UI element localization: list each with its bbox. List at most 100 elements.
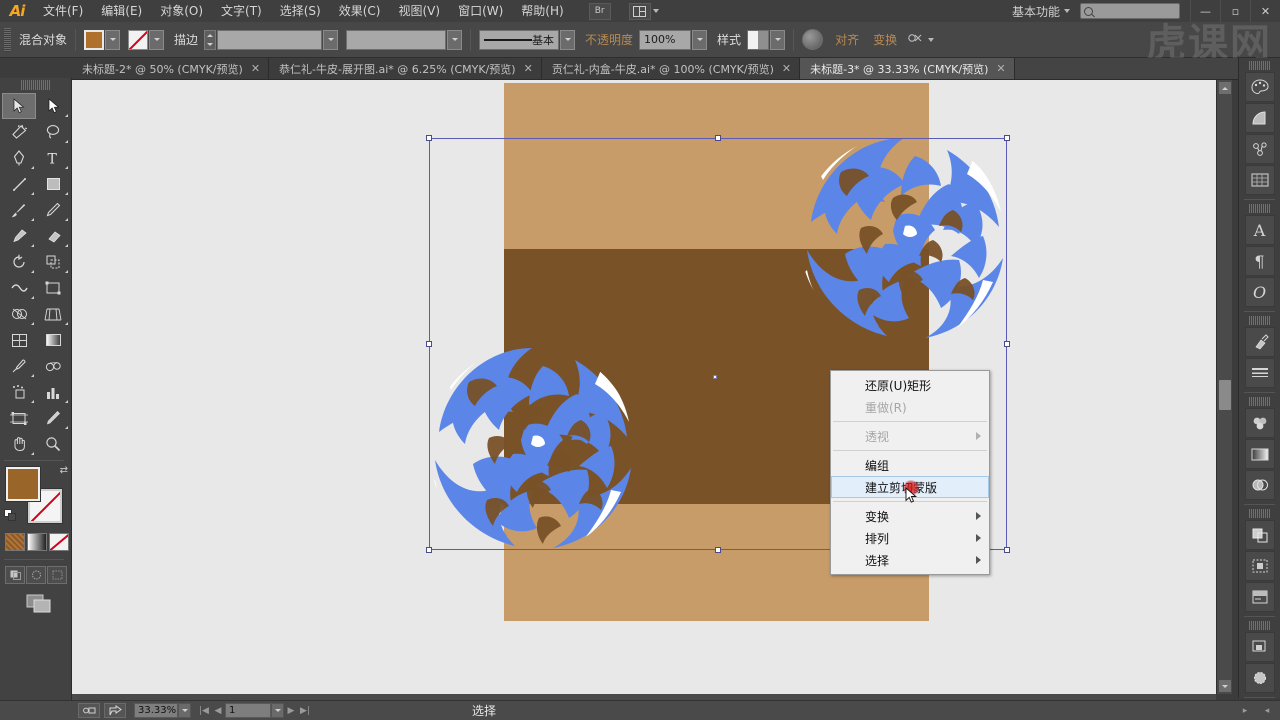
width-tool[interactable] xyxy=(2,275,36,301)
paragraph-panel-icon[interactable]: ¶ xyxy=(1244,246,1275,276)
transform-button[interactable]: 变换 xyxy=(873,31,897,48)
shape-builder-tool[interactable] xyxy=(2,301,36,327)
minimize-button[interactable]: — xyxy=(1190,0,1220,22)
eyedropper-tool[interactable] xyxy=(2,353,36,379)
dock-group-gripper-align[interactable] xyxy=(1248,509,1271,518)
document-tab-1[interactable]: 未标题-2* @ 50% (CMYK/预览) ✕ xyxy=(72,58,270,79)
zoom-tool[interactable] xyxy=(36,431,70,457)
first-artboard-button[interactable]: |◀ xyxy=(197,703,211,718)
dock-group-gripper-appearance[interactable] xyxy=(1248,621,1271,630)
document-tab-3[interactable]: 贡仁礼-内盒-牛皮.ai* @ 100% (CMYK/预览) ✕ xyxy=(541,58,801,79)
opacity-chevron-down-icon[interactable] xyxy=(692,29,708,50)
eraser-tool[interactable] xyxy=(36,223,70,249)
stroke-weight-stepper[interactable] xyxy=(204,29,217,50)
stroke-profile-chevron-down-icon[interactable] xyxy=(447,29,463,50)
selection-handle-tr[interactable] xyxy=(1004,135,1010,141)
dock-group-gripper-text[interactable] xyxy=(1248,204,1271,213)
bridge-icon[interactable]: Br xyxy=(588,2,611,20)
dock-gripper[interactable] xyxy=(1248,61,1271,70)
graphic-style-swatch[interactable] xyxy=(747,29,770,50)
slice-tool[interactable] xyxy=(36,405,70,431)
align-button[interactable]: 对齐 xyxy=(835,31,859,48)
workspace-chevron-down-icon[interactable] xyxy=(1064,9,1070,13)
opacity-label[interactable]: 不透明度 xyxy=(585,31,633,48)
menu-type[interactable]: 文字(T) xyxy=(212,0,271,22)
canvas-vertical-scrollbar[interactable] xyxy=(1216,80,1232,694)
transparency-panel-icon[interactable] xyxy=(1244,470,1275,500)
dock-group-gripper-brush[interactable] xyxy=(1248,316,1271,325)
status-expand-icon[interactable]: ▸ xyxy=(1238,703,1252,718)
menu-view[interactable]: 视图(V) xyxy=(389,0,449,22)
context-menu-item-select[interactable]: 选择 xyxy=(831,549,989,571)
tab-close-icon[interactable]: ✕ xyxy=(996,62,1005,75)
blend-tool[interactable] xyxy=(36,353,70,379)
pencil-tool[interactable] xyxy=(36,197,70,223)
brush-definition-field[interactable]: 基本 xyxy=(479,29,560,50)
scroll-down-button[interactable] xyxy=(1219,680,1231,692)
stroke-chevron-down-icon[interactable] xyxy=(149,29,165,50)
direct-selection-tool[interactable] xyxy=(36,93,70,119)
arrange-documents-chevron-down-icon[interactable] xyxy=(652,9,659,13)
draw-normal-button[interactable] xyxy=(5,566,25,584)
tab-close-icon[interactable]: ✕ xyxy=(782,62,791,75)
control-bar-gripper[interactable] xyxy=(4,27,11,52)
fill-color-box[interactable] xyxy=(6,467,40,501)
brushes-panel-icon[interactable] xyxy=(1244,327,1275,357)
artboards-panel-icon[interactable] xyxy=(1244,663,1275,693)
scroll-up-button[interactable] xyxy=(1219,82,1231,94)
graphic-style-chevron-down-icon[interactable] xyxy=(770,29,786,50)
color-guide-panel-icon[interactable] xyxy=(1244,103,1275,133)
draw-inside-button[interactable] xyxy=(47,566,67,584)
character-panel-icon[interactable]: A xyxy=(1244,215,1275,245)
menu-effect[interactable]: 效果(C) xyxy=(330,0,390,22)
rectangle-tool[interactable] xyxy=(36,171,70,197)
tab-close-icon[interactable]: ✕ xyxy=(524,62,533,75)
tab-close-icon[interactable]: ✕ xyxy=(251,62,260,75)
selection-handle-mr[interactable] xyxy=(1004,341,1010,347)
pathfinder-panel-icon[interactable] xyxy=(1244,520,1275,550)
status-preview-icon[interactable] xyxy=(78,703,100,718)
magic-wand-tool[interactable] xyxy=(2,119,36,145)
context-menu-item-undo[interactable]: 还原(U)矩形 xyxy=(831,374,989,396)
vertical-scroll-thumb[interactable] xyxy=(1219,380,1231,410)
lasso-tool[interactable] xyxy=(36,119,70,145)
artboard-number-field[interactable]: 1 xyxy=(225,703,271,718)
document-tab-2[interactable]: 恭仁礼-牛皮-展开图.ai* @ 6.25% (CMYK/预览) ✕ xyxy=(269,58,542,79)
free-transform-tool[interactable] xyxy=(36,275,70,301)
status-collapse-icon[interactable]: ◂ xyxy=(1260,703,1274,718)
close-button[interactable]: ✕ xyxy=(1250,0,1280,22)
swap-fill-stroke-icon[interactable]: ⇄ xyxy=(60,465,68,476)
context-menu-item-transform[interactable]: 变换 xyxy=(831,505,989,527)
document-tab-4-active[interactable]: 未标题-3* @ 33.33% (CMYK/预览) ✕ xyxy=(800,58,1015,79)
rotate-tool[interactable] xyxy=(2,249,36,275)
control-bar-options-icon[interactable] xyxy=(907,31,923,48)
selection-handle-bm[interactable] xyxy=(715,547,721,553)
context-menu-item-group[interactable]: 编组 xyxy=(831,454,989,476)
selection-tool[interactable] xyxy=(2,93,36,119)
change-screen-mode-icon[interactable] xyxy=(26,594,52,617)
none-mode-button[interactable] xyxy=(49,533,69,551)
stroke-weight-chevron-down-icon[interactable] xyxy=(323,29,339,50)
zoom-level-chevron-down-icon[interactable] xyxy=(178,703,191,718)
pen-tool[interactable] xyxy=(2,145,36,171)
opacity-field[interactable]: 100% xyxy=(639,29,692,50)
stroke-color-control[interactable] xyxy=(128,29,165,50)
selection-handle-tl[interactable] xyxy=(426,135,432,141)
mesh-tool[interactable] xyxy=(2,327,36,353)
default-fill-stroke-icon[interactable] xyxy=(4,509,17,525)
color-mode-button[interactable] xyxy=(5,533,25,551)
line-segment-tool[interactable] xyxy=(2,171,36,197)
menu-file[interactable]: 文件(F) xyxy=(34,0,92,22)
symbol-sprayer-tool[interactable] xyxy=(2,379,36,405)
menu-help[interactable]: 帮助(H) xyxy=(512,0,572,22)
control-bar-overflow-chevron-down-icon[interactable] xyxy=(928,37,935,42)
menu-window[interactable]: 窗口(W) xyxy=(449,0,512,22)
transform-panel-icon[interactable] xyxy=(1244,582,1275,612)
context-menu-item-arrange[interactable]: 排列 xyxy=(831,527,989,549)
opentype-panel-icon[interactable]: O xyxy=(1244,277,1275,307)
document-canvas[interactable] xyxy=(72,80,1216,694)
paintbrush-tool[interactable] xyxy=(2,197,36,223)
status-share-icon[interactable] xyxy=(104,703,126,718)
color-panel-icon[interactable] xyxy=(1244,72,1275,102)
search-input[interactable] xyxy=(1080,3,1180,19)
